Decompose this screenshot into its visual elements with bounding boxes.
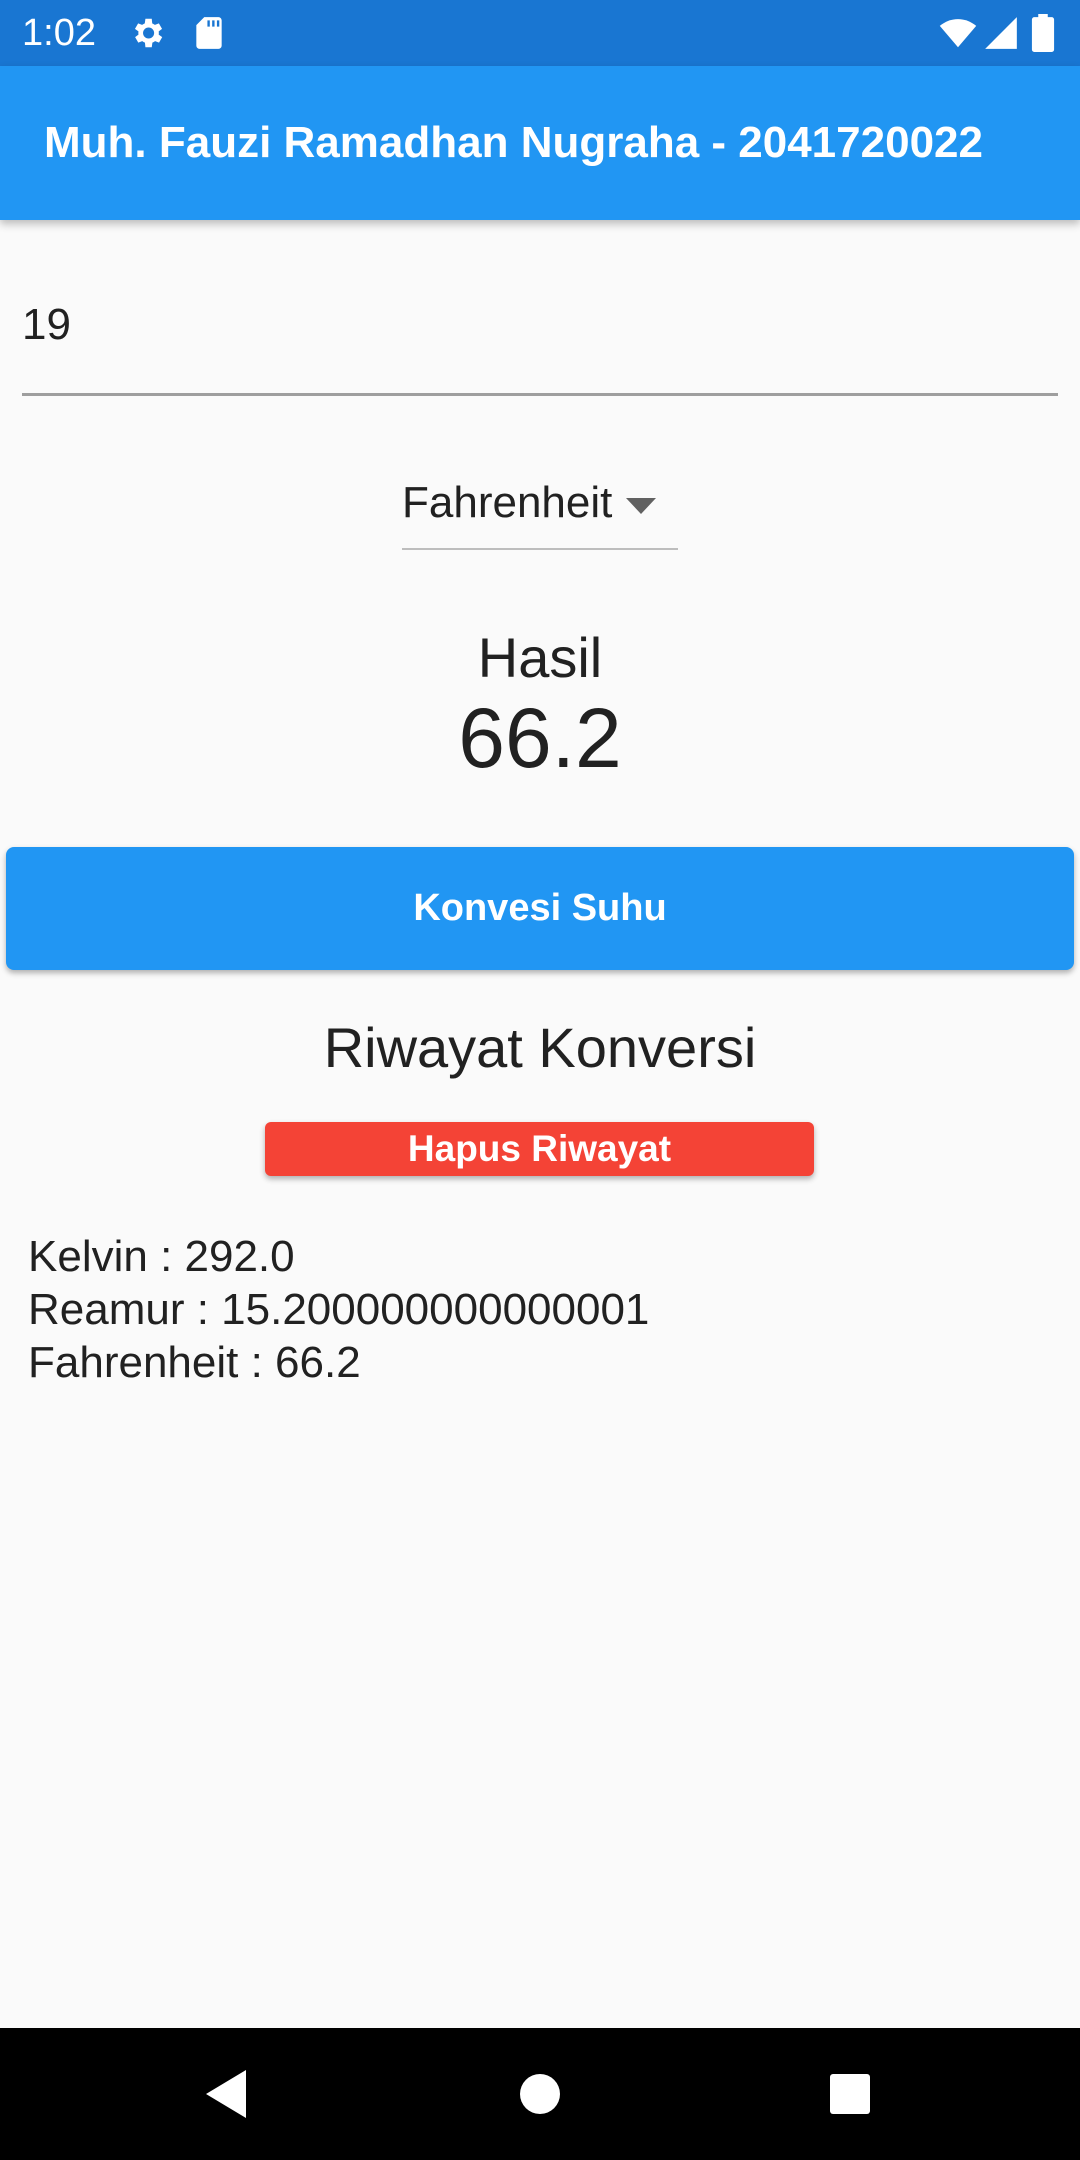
- history-item: Fahrenheit : 66.2: [28, 1338, 361, 1387]
- back-icon[interactable]: [190, 2058, 262, 2130]
- history-item: Kelvin : 292.0: [28, 1232, 295, 1281]
- wifi-icon: [938, 14, 978, 52]
- history-item: Reamur : 15.200000000000001: [28, 1285, 650, 1334]
- dropdown-arrow-icon[interactable]: [626, 498, 656, 514]
- sd-card-icon: [190, 14, 228, 52]
- navigation-bar: [0, 2028, 1080, 2160]
- result-label: Hasil: [477, 626, 603, 689]
- unit-dropdown-value[interactable]: Fahrenheit: [402, 478, 612, 528]
- convert-button[interactable]: Konvesi Suhu: [6, 847, 1074, 970]
- recents-icon[interactable]: [814, 2058, 886, 2130]
- status-bar: 1:02: [0, 0, 1080, 66]
- result-value: 66.2: [458, 691, 622, 785]
- gear-icon: [128, 14, 166, 52]
- app-bar: Muh. Fauzi Ramadhan Nugraha - 2041720022: [0, 66, 1080, 220]
- clear-history-button[interactable]: Hapus Riwayat: [265, 1122, 814, 1176]
- status-time: 1:02: [22, 12, 96, 54]
- history-list: Kelvin : 292.0 Reamur : 15.2000000000000…: [28, 1230, 1048, 1389]
- home-icon[interactable]: [504, 2058, 576, 2130]
- app-title: Muh. Fauzi Ramadhan Nugraha - 2041720022: [44, 118, 983, 167]
- unit-dropdown[interactable]: Fahrenheit: [402, 470, 678, 550]
- temperature-input-value[interactable]: 19: [22, 300, 71, 350]
- signal-icon: [982, 14, 1020, 52]
- history-title: Riwayat Konversi: [323, 1016, 757, 1079]
- battery-icon: [1030, 14, 1056, 52]
- temperature-input[interactable]: 19: [22, 270, 1058, 396]
